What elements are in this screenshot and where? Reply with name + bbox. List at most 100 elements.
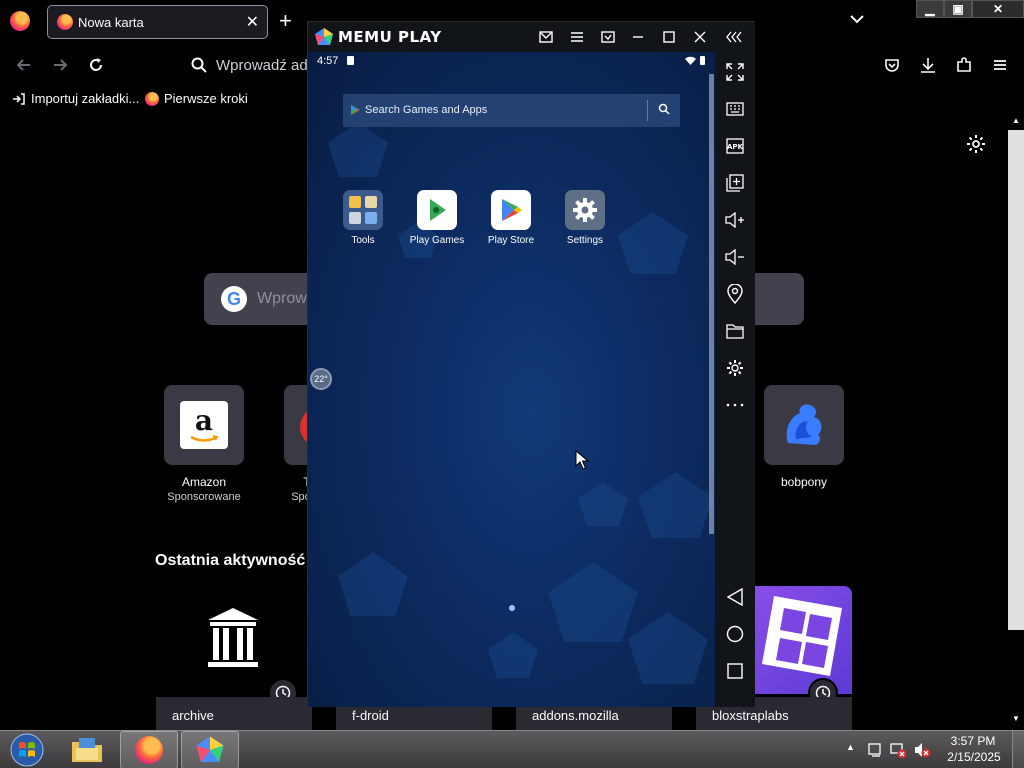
app-tools[interactable]: Tools	[328, 190, 398, 246]
downloads-button[interactable]	[915, 52, 941, 78]
tab-new-tab[interactable]: Nowa karta ✕	[47, 5, 268, 39]
show-hidden-icons-icon[interactable]: ▲	[846, 742, 855, 752]
back-button[interactable]	[11, 52, 37, 78]
recent-card-archive[interactable]: archive	[156, 697, 312, 730]
bloxstrap-thumbnail[interactable]	[754, 586, 852, 694]
background-shape	[338, 552, 408, 616]
app-label: Settings	[566, 235, 604, 246]
list-all-tabs-icon[interactable]	[848, 10, 866, 28]
background-shape	[488, 632, 538, 678]
extensions-button[interactable]	[951, 52, 977, 78]
import-icon	[13, 92, 25, 105]
memu-menu-button[interactable]	[568, 28, 586, 46]
new-tab-button[interactable]: +	[279, 8, 292, 34]
show-desktop-button[interactable]	[1012, 731, 1024, 768]
clock-time[interactable]: 3:57 PM	[947, 734, 999, 748]
background-shape	[328, 122, 388, 177]
bookmark-import[interactable]: Importuj zakładki...	[12, 91, 139, 106]
folder-icon[interactable]	[725, 321, 745, 341]
tools-folder-icon	[343, 190, 383, 230]
hamburger-menu-icon	[994, 60, 1006, 70]
scrollbar-thumb[interactable]	[1008, 130, 1024, 630]
app-menu-button[interactable]	[987, 52, 1013, 78]
memu-icon	[196, 736, 224, 762]
taskbar-memu[interactable]	[181, 731, 239, 768]
background-shape	[548, 562, 638, 642]
forward-arrow-icon	[54, 59, 68, 71]
search-icon[interactable]	[658, 103, 670, 115]
memu-collapse-sidebar-button[interactable]	[725, 28, 743, 46]
android-back-icon[interactable]	[725, 587, 745, 607]
firefox-menu-icon[interactable]	[10, 11, 30, 31]
network-error-icon[interactable]	[889, 741, 907, 759]
scroll-down-arrow-icon[interactable]: ▼	[1012, 714, 1020, 723]
background-shape	[638, 472, 713, 538]
gear-icon[interactable]	[966, 134, 986, 154]
notification-icon	[347, 56, 354, 65]
memu-sidebar: APK	[715, 52, 755, 707]
bookmark-getting-started[interactable]: Pierwsze kroki	[145, 91, 248, 106]
battery-icon	[700, 56, 705, 65]
triple-chevron-left-icon	[726, 31, 742, 43]
bobpony-logo-icon	[786, 404, 822, 445]
app-label: Tools	[351, 235, 375, 246]
android-screen[interactable]: 4:57 Search Games and Apps Tools Play Ga…	[308, 52, 715, 707]
pocket-button[interactable]	[879, 52, 905, 78]
start-button[interactable]	[6, 733, 48, 767]
action-center-icon[interactable]	[866, 741, 884, 759]
bookmark-label: Importuj zakładki...	[31, 91, 140, 106]
volume-muted-icon[interactable]	[913, 741, 931, 759]
volume-down-icon[interactable]	[725, 247, 745, 267]
app-play-store[interactable]: Play Store	[476, 190, 546, 246]
windows-logo-icon	[10, 733, 44, 767]
google-logo-icon: G	[221, 286, 247, 312]
android-search-bar[interactable]: Search Games and Apps	[343, 94, 680, 127]
minimize-button[interactable]: ▁	[916, 0, 944, 18]
taskbar-firefox[interactable]	[120, 731, 178, 768]
shortcut-sublabel: Sponsorowane	[167, 491, 241, 503]
app-play-games[interactable]: Play Games	[402, 190, 472, 246]
search-divider	[647, 100, 648, 121]
tab-close-icon[interactable]: ✕	[246, 12, 259, 32]
file-explorer-icon	[72, 738, 102, 762]
tab-title: Nowa karta	[78, 15, 144, 30]
taskbar-explorer[interactable]	[58, 731, 116, 768]
memu-minimize-button[interactable]	[629, 28, 647, 46]
android-scrollbar	[709, 74, 714, 534]
memu-mail-button[interactable]	[537, 28, 555, 46]
clock-date[interactable]: 2/15/2025	[945, 750, 1003, 764]
memu-maximize-button[interactable]	[660, 28, 678, 46]
memu-multi-instance-button[interactable]	[599, 28, 617, 46]
add-file-icon[interactable]	[725, 173, 745, 193]
memu-close-button[interactable]	[691, 28, 709, 46]
location-pin-icon[interactable]	[725, 284, 745, 304]
shortcut-tile-bobpony[interactable]	[764, 385, 844, 465]
url-bar-input[interactable]: Wprowadź adr	[216, 57, 313, 74]
app-settings[interactable]: Settings	[550, 190, 620, 246]
shortcut-tile-amazon[interactable]: a	[164, 385, 244, 465]
settings-gear-icon	[565, 190, 605, 230]
mail-icon	[539, 31, 553, 43]
apk-install-icon[interactable]: APK	[725, 136, 745, 156]
settings-icon[interactable]	[725, 358, 745, 378]
forward-button[interactable]	[47, 52, 73, 78]
more-options-icon[interactable]	[725, 395, 745, 415]
background-shape	[618, 212, 688, 274]
shortcut-label: Amazon	[181, 475, 227, 489]
fullscreen-icon[interactable]	[725, 62, 745, 82]
app-label: Play Games	[409, 235, 465, 246]
keyboard-icon[interactable]	[725, 99, 745, 119]
android-home-icon[interactable]	[725, 624, 745, 644]
background-shape	[628, 612, 708, 684]
download-icon	[921, 58, 935, 73]
floating-temperature-ball[interactable]: 22°	[310, 368, 332, 390]
memu-logo-icon	[315, 28, 333, 45]
close-button[interactable]: ✕	[972, 0, 1024, 18]
memu-titlebar[interactable]: MEMU PLAY	[308, 22, 755, 52]
volume-up-icon[interactable]	[725, 210, 745, 230]
maximize-button[interactable]: ▣	[944, 0, 972, 18]
scroll-up-arrow-icon[interactable]: ▲	[1012, 116, 1020, 125]
close-icon	[694, 31, 706, 43]
reload-button[interactable]	[83, 52, 109, 78]
android-recents-icon[interactable]	[725, 661, 745, 681]
